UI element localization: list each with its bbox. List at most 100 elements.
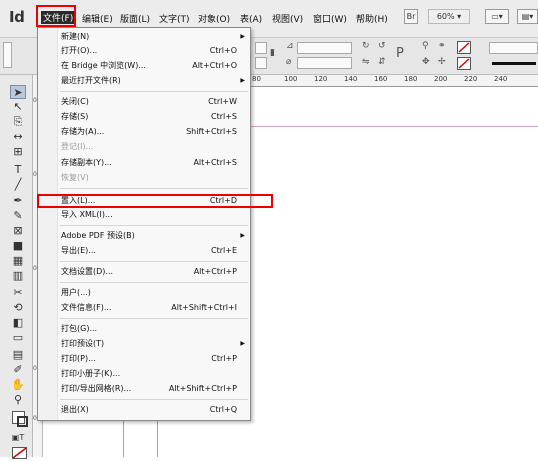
horizontal-grid-tool-icon[interactable]: ▦ — [10, 254, 26, 268]
link-proportions-icon[interactable]: ▮ — [270, 48, 275, 58]
menu-item-exit[interactable]: 退出(X) Ctrl+Q — [61, 404, 247, 416]
page-tool-icon[interactable]: ⎘ — [10, 115, 26, 129]
menu-item-label: 在 Bridge 中浏览(W)... — [61, 61, 146, 70]
menu-item-save[interactable]: 存储(S) Ctrl+S — [61, 111, 247, 123]
menu-type[interactable]: 文字(T) — [159, 12, 190, 25]
apply-none-icon[interactable] — [12, 447, 27, 459]
arrange-documents-button[interactable]: ▤▾ — [517, 9, 538, 24]
menu-help[interactable]: 帮助(H) — [356, 12, 388, 25]
menu-item-package[interactable]: 打包(G)... — [61, 323, 247, 335]
pen-tool-icon[interactable]: ✒ — [10, 194, 26, 208]
rectangle-frame-tool-icon[interactable]: ⊠ — [10, 224, 26, 238]
menu-item-open[interactable]: 打开(O)... Ctrl+O — [61, 45, 247, 57]
menu-item-revert: 恢复(V) — [61, 172, 247, 184]
menu-view[interactable]: 视图(V) — [272, 12, 303, 25]
shear-angle-field[interactable] — [297, 57, 352, 69]
line-tool-icon[interactable]: ╱ — [10, 178, 26, 192]
menu-item-save-copy[interactable]: 存储副本(Y)... Alt+Ctrl+S — [61, 157, 247, 169]
note-tool-icon[interactable]: ▤ — [10, 348, 26, 362]
menu-item-print-presets[interactable]: 打印预设(T) ▶ — [61, 338, 247, 350]
menu-icon-gutter — [38, 28, 58, 420]
menu-layout[interactable]: 版面(L) — [120, 12, 150, 25]
scissors-tool-icon[interactable]: ✂ — [10, 286, 26, 300]
flip-h-icon[interactable]: ⇋ — [362, 57, 370, 67]
hand-tool-icon[interactable]: ✋ — [10, 378, 26, 392]
menu-item-new[interactable]: 新建(N) ▶ — [61, 31, 247, 43]
column-guide — [157, 418, 158, 457]
x-stepper[interactable] — [255, 42, 267, 54]
no-stroke-icon — [458, 58, 470, 69]
y-stepper[interactable] — [255, 57, 267, 69]
stroke-type-preview[interactable] — [492, 62, 536, 65]
submenu-arrow-icon: ▶ — [240, 232, 245, 239]
rectangle-tool-icon[interactable]: ■ — [10, 239, 26, 253]
select-next-icon[interactable]: ✢ — [438, 57, 446, 67]
menu-separator — [60, 91, 248, 92]
direct-selection-tool-icon[interactable]: ↖ — [10, 100, 26, 114]
menu-window[interactable]: 窗口(W) — [313, 12, 347, 25]
selection-tool-icon[interactable]: ➤ — [10, 85, 26, 99]
menu-item-shortcut: Alt+Ctrl+P — [193, 267, 237, 276]
column-guide — [123, 418, 124, 457]
menu-separator — [60, 282, 248, 283]
free-transform-tool-icon[interactable]: ⟲ — [10, 301, 26, 315]
select-container-icon[interactable]: ⚲ — [422, 41, 429, 51]
menu-item-shortcut: Alt+Ctrl+S — [193, 158, 237, 167]
rotate-ccw-icon[interactable]: ↺ — [378, 41, 386, 51]
gradient-feather-tool-icon[interactable]: ▭ — [10, 331, 26, 345]
select-content-icon[interactable]: ⚭ — [438, 41, 446, 51]
app-logo: Id — [9, 8, 25, 26]
fill-swatch[interactable] — [457, 41, 471, 54]
menu-item-close[interactable]: 关闭(C) Ctrl+W — [61, 96, 247, 108]
gap-tool-icon[interactable]: ↔ — [10, 130, 26, 144]
menu-item-check-in: 登记(I)... — [61, 141, 247, 153]
eyedropper-tool-icon[interactable]: ✐ — [10, 363, 26, 377]
bridge-button[interactable]: Br — [404, 9, 418, 24]
menu-item-shortcut: Ctrl+W — [208, 97, 237, 106]
type-tool-icon[interactable]: T — [10, 163, 26, 177]
menu-item-pdf-presets[interactable]: Adobe PDF 预设(B) ▶ — [61, 230, 247, 242]
menu-item-document-setup[interactable]: 文档设置(D)... Alt+Ctrl+P — [61, 266, 247, 278]
menu-item-open-recent[interactable]: 最近打开文件(R) ▶ — [61, 75, 247, 87]
screen-mode-button[interactable]: ▭▾ — [485, 9, 509, 24]
zoom-tool-icon[interactable]: ⚲ — [10, 393, 26, 407]
hruler-tick: 160 — [374, 75, 388, 83]
reference-point-icon[interactable] — [3, 42, 12, 68]
stroke-swatch[interactable] — [457, 57, 471, 70]
zoom-select[interactable]: 60% ▾ — [428, 9, 470, 24]
menu-item-save-as[interactable]: 存储为(A)... Shift+Ctrl+S — [61, 126, 247, 138]
stroke-weight-field[interactable] — [489, 42, 538, 54]
formatting-affects-text-icon[interactable]: ▣T — [10, 431, 26, 445]
menu-item-shortcut: Ctrl+Q — [209, 405, 237, 414]
menu-item-print-export-grid[interactable]: 打印/导出网格(R)... Alt+Shift+Ctrl+P — [61, 383, 247, 395]
menu-item-user[interactable]: 用户(...) — [61, 287, 247, 299]
rotation-angle-field[interactable] — [297, 42, 352, 54]
select-prev-icon[interactable]: ✥ — [422, 57, 430, 67]
menu-item-import-xml[interactable]: 导入 XML(I)... — [61, 209, 247, 221]
hruler-tick: 220 — [464, 75, 478, 83]
place-item-highlight — [37, 194, 273, 208]
hruler-tick: 180 — [404, 75, 418, 83]
pencil-tool-icon[interactable]: ✎ — [10, 209, 26, 223]
menu-edit[interactable]: 编辑(E) — [82, 12, 113, 25]
menu-item-label: 文档设置(D)... — [61, 267, 114, 276]
gradient-swatch-tool-icon[interactable]: ◧ — [10, 316, 26, 330]
menu-separator — [60, 188, 248, 189]
menu-item-export[interactable]: 导出(E)... Ctrl+E — [61, 245, 247, 257]
menu-separator — [60, 225, 248, 226]
rotate-cw-icon[interactable]: ↻ — [362, 41, 370, 51]
menu-table[interactable]: 表(A) — [240, 12, 262, 25]
content-collector-icon[interactable]: ⊞ — [10, 145, 26, 159]
hruler-tick: 100 — [284, 75, 298, 83]
file-menu-dropdown: 新建(N) ▶ 打开(O)... Ctrl+O 在 Bridge 中浏览(W).… — [37, 27, 251, 421]
menu-object[interactable]: 对象(O) — [198, 12, 230, 25]
stroke-color-icon[interactable] — [17, 416, 28, 427]
hruler-tick: 240 — [494, 75, 508, 83]
menu-item-browse-in-bridge[interactable]: 在 Bridge 中浏览(W)... Alt+Ctrl+O — [61, 60, 247, 72]
flip-v-icon[interactable]: ⇵ — [378, 57, 386, 67]
menu-item-label: 打印预设(T) — [61, 339, 105, 348]
menu-item-file-info[interactable]: 文件信息(F)... Alt+Shift+Ctrl+I — [61, 302, 247, 314]
vertical-grid-tool-icon[interactable]: ▥ — [10, 269, 26, 283]
menu-item-print-booklet[interactable]: 打印小册子(K)... — [61, 368, 247, 380]
menu-item-print[interactable]: 打印(P)... Ctrl+P — [61, 353, 247, 365]
